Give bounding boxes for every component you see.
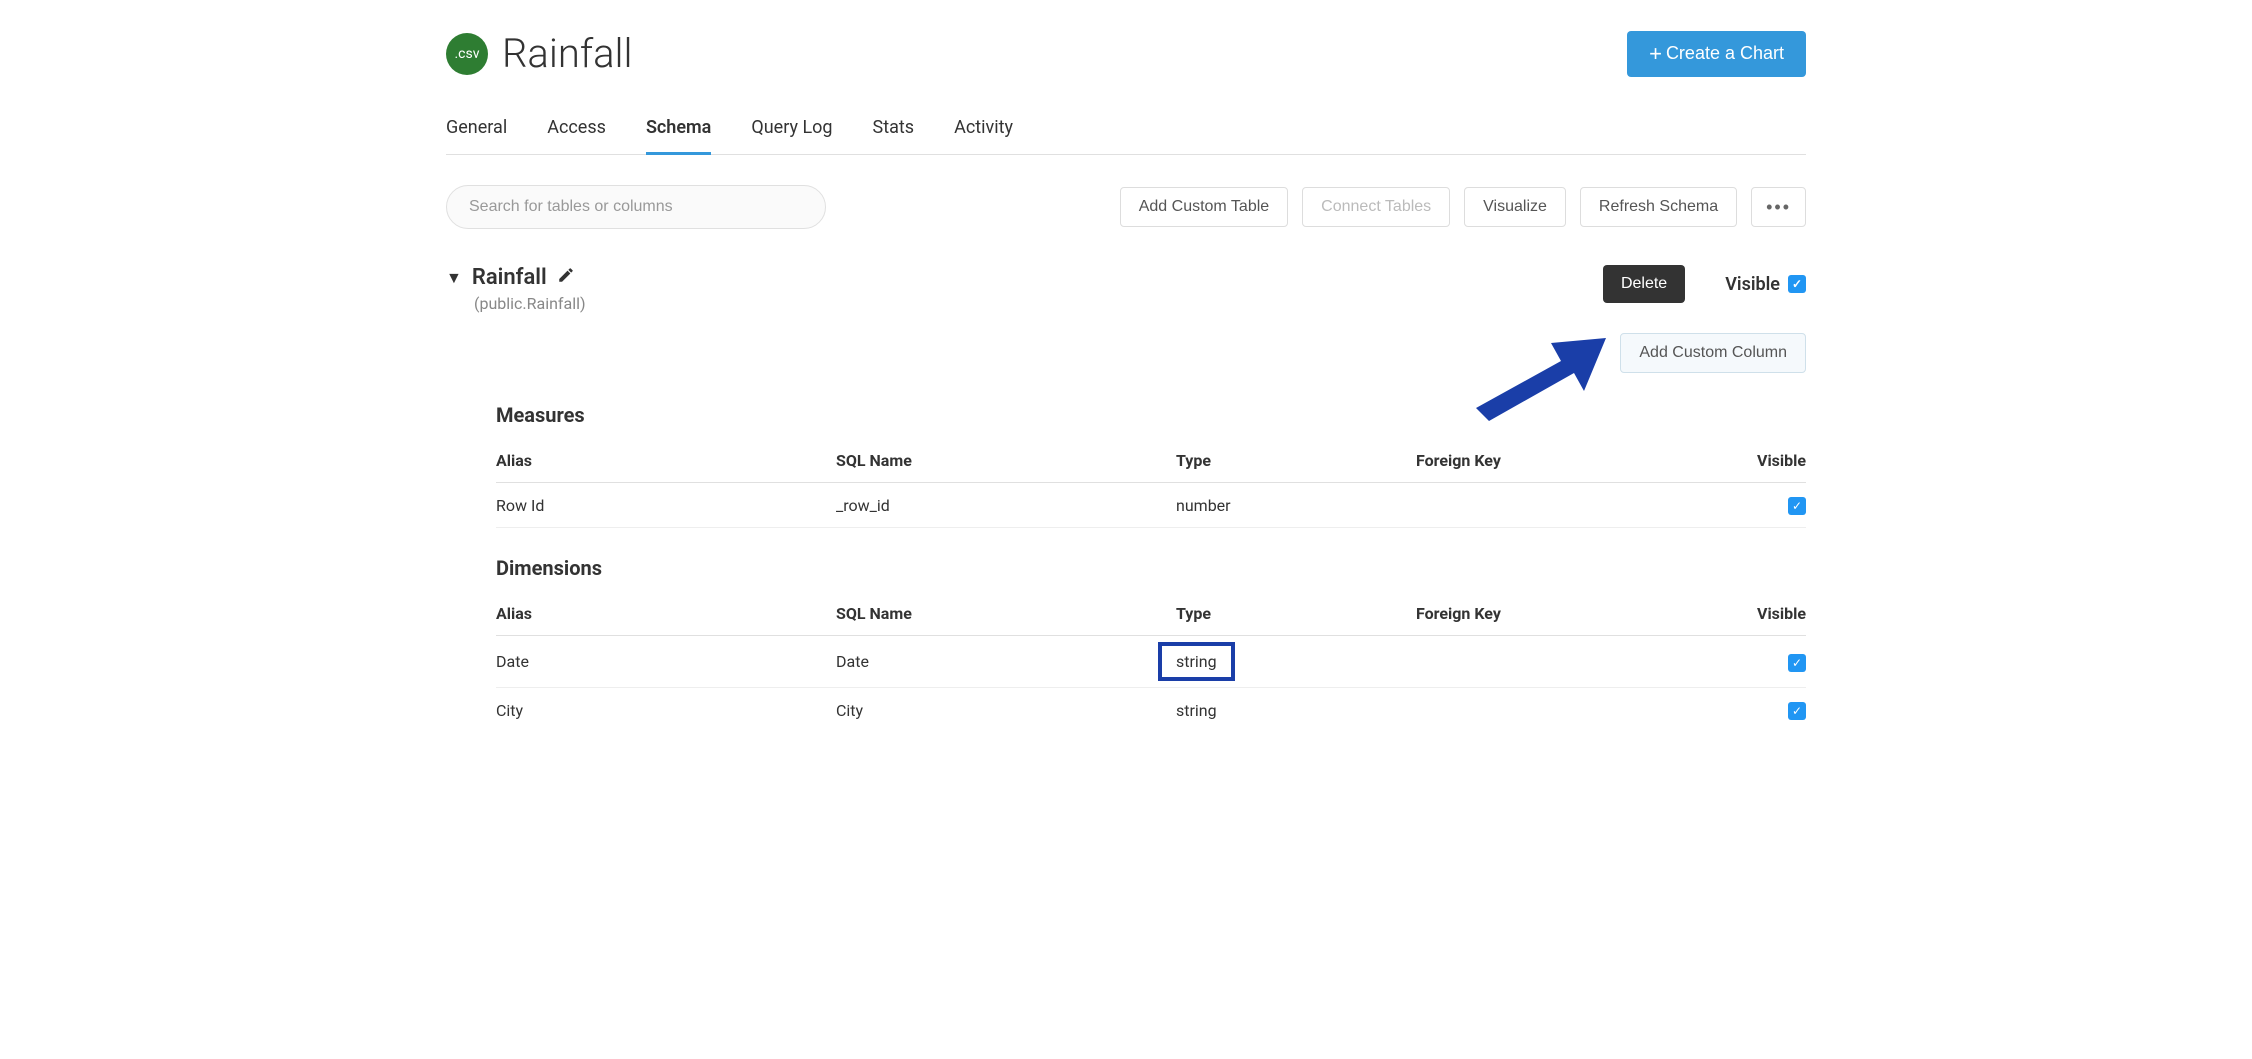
cell-sql-name: Date bbox=[836, 652, 1176, 671]
tabs: General Access Schema Query Log Stats Ac… bbox=[446, 117, 1806, 155]
col-header-visible: Visible bbox=[1736, 604, 1806, 623]
create-chart-label: Create a Chart bbox=[1666, 43, 1784, 64]
visualize-button[interactable]: Visualize bbox=[1464, 187, 1566, 227]
tab-activity[interactable]: Activity bbox=[954, 117, 1013, 154]
tab-access[interactable]: Access bbox=[547, 117, 606, 154]
table-visible-checkbox[interactable]: ✓ bbox=[1788, 275, 1806, 293]
refresh-schema-button[interactable]: Refresh Schema bbox=[1580, 187, 1737, 227]
row-visible-checkbox[interactable]: ✓ bbox=[1788, 497, 1806, 515]
table-row[interactable]: Row Id _row_id number ✓ bbox=[496, 483, 1806, 528]
more-button[interactable]: ••• bbox=[1751, 187, 1806, 227]
measures-heading: Measures bbox=[496, 403, 1806, 427]
dimensions-heading: Dimensions bbox=[496, 556, 1806, 580]
col-header-sql-name: SQL Name bbox=[836, 451, 1176, 470]
cell-type-highlighted: string bbox=[1158, 642, 1235, 681]
table-subtitle: (public.Rainfall) bbox=[474, 294, 586, 313]
cell-alias: Date bbox=[496, 652, 836, 671]
col-header-foreign-key: Foreign Key bbox=[1416, 451, 1736, 470]
visible-label: Visible bbox=[1725, 274, 1780, 295]
cell-type: number bbox=[1176, 496, 1416, 515]
page-title: Rainfall bbox=[502, 30, 633, 77]
col-header-alias: Alias bbox=[496, 451, 836, 470]
tab-schema[interactable]: Schema bbox=[646, 117, 711, 154]
dimensions-header-row: Alias SQL Name Type Foreign Key Visible bbox=[496, 592, 1806, 636]
tab-query-log[interactable]: Query Log bbox=[751, 117, 832, 154]
collapse-caret-icon[interactable]: ▼ bbox=[446, 268, 462, 288]
table-row[interactable]: City City string ✓ bbox=[496, 688, 1806, 732]
connect-tables-button[interactable]: Connect Tables bbox=[1302, 187, 1450, 227]
col-header-visible: Visible bbox=[1736, 451, 1806, 470]
table-row[interactable]: Date Date string ✓ bbox=[496, 636, 1806, 688]
add-custom-column-button[interactable]: Add Custom Column bbox=[1620, 333, 1806, 373]
cell-type: string bbox=[1176, 701, 1416, 720]
measures-header-row: Alias SQL Name Type Foreign Key Visible bbox=[496, 439, 1806, 483]
cell-sql-name: City bbox=[836, 701, 1176, 720]
search-input[interactable] bbox=[446, 185, 826, 229]
cell-sql-name: _row_id bbox=[836, 496, 1176, 515]
col-header-type: Type bbox=[1176, 451, 1416, 470]
table-name: Rainfall bbox=[472, 265, 547, 290]
cell-alias: City bbox=[496, 701, 836, 720]
col-header-foreign-key: Foreign Key bbox=[1416, 604, 1736, 623]
tab-general[interactable]: General bbox=[446, 117, 507, 154]
edit-icon[interactable] bbox=[557, 266, 575, 289]
row-visible-checkbox[interactable]: ✓ bbox=[1788, 654, 1806, 672]
tab-stats[interactable]: Stats bbox=[873, 117, 915, 154]
cell-alias: Row Id bbox=[496, 496, 836, 515]
col-header-type: Type bbox=[1176, 604, 1416, 623]
col-header-alias: Alias bbox=[496, 604, 836, 623]
delete-button[interactable]: Delete bbox=[1603, 265, 1685, 303]
create-chart-button[interactable]: + Create a Chart bbox=[1627, 31, 1806, 77]
add-custom-table-button[interactable]: Add Custom Table bbox=[1120, 187, 1288, 227]
plus-icon: + bbox=[1649, 43, 1662, 65]
row-visible-checkbox[interactable]: ✓ bbox=[1788, 702, 1806, 720]
csv-badge-icon: .csv bbox=[446, 33, 488, 75]
col-header-sql-name: SQL Name bbox=[836, 604, 1176, 623]
